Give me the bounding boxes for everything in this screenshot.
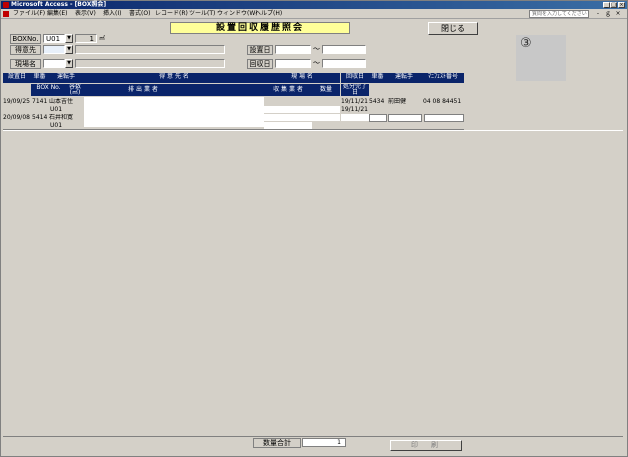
col-car-no: 車番 bbox=[31, 73, 48, 83]
col-quantity: 数量 bbox=[312, 84, 340, 96]
record-1-extra-field-3[interactable] bbox=[424, 114, 464, 122]
col-emitter: 排 出 業 者 bbox=[84, 84, 202, 96]
menu-format[interactable]: 書式(O) bbox=[129, 10, 150, 18]
record-1-extra-field[interactable] bbox=[369, 114, 387, 122]
record-1-collect-date[interactable]: 19/11/21 bbox=[341, 98, 369, 105]
form-title: 設置回収履歴照会 bbox=[170, 22, 350, 34]
record-1-collect-car[interactable]: 5434 bbox=[369, 98, 386, 105]
maximize-button[interactable]: □ bbox=[610, 2, 617, 8]
record-1-dispose-date[interactable]: 19/11/21 bbox=[341, 106, 369, 113]
col-driver: 運転手 bbox=[48, 73, 84, 83]
client-label: 得意先 bbox=[10, 45, 41, 55]
install-date-from-input[interactable] bbox=[275, 45, 311, 54]
record-1-collector-field bbox=[264, 114, 340, 121]
record-1-driver[interactable]: 山本吉住 bbox=[49, 98, 81, 105]
total-quantity-label: 数量合計 bbox=[253, 438, 301, 448]
menu-bar: ファイル(F) 編集(E) 表示(V) 挿入(I) 書式(O) レコード(R) … bbox=[1, 9, 627, 19]
circled-number-three: ③ bbox=[520, 36, 532, 51]
record-2-car-no[interactable]: 5414 bbox=[32, 114, 48, 121]
detail-bottom-line bbox=[3, 436, 623, 437]
grid-separator-light bbox=[3, 130, 623, 131]
access-app-icon bbox=[3, 2, 9, 8]
record-2-collector-field bbox=[264, 122, 312, 129]
col-manifest-no: ﾏﾆﾌｪｽﾄ番号 bbox=[422, 73, 464, 83]
site-name-field bbox=[75, 59, 225, 68]
client-dropdown-icon[interactable]: ▼ bbox=[65, 45, 73, 54]
box-no-dropdown-icon[interactable]: ▼ bbox=[65, 34, 73, 43]
title-bar: Microsoft Access - [BOX照会] _ □ × bbox=[1, 1, 627, 9]
col-site-name: 現 場 名 bbox=[264, 73, 340, 83]
record-1-blank-field bbox=[341, 114, 369, 121]
col-collector: 収 集 業 者 bbox=[264, 84, 312, 96]
record-1-collect-driver[interactable]: 前田健 bbox=[388, 98, 420, 105]
col-box-no: BOX No. bbox=[31, 84, 66, 96]
box-no-label: BOXNo. bbox=[10, 34, 41, 44]
client-name-field bbox=[75, 45, 225, 54]
site-dropdown-icon[interactable]: ▼ bbox=[65, 59, 73, 68]
collect-date-to-input[interactable] bbox=[322, 59, 366, 68]
col-collect-car: 車番 bbox=[369, 73, 386, 83]
col-dispose-date: 処分完了日 bbox=[341, 84, 369, 96]
col-collect-date: 回収日 bbox=[341, 73, 369, 83]
record-1-manifest-no[interactable]: 04 08 84451 bbox=[423, 98, 464, 105]
site-combo[interactable] bbox=[43, 59, 65, 68]
install-range-separator: ～ bbox=[313, 46, 320, 53]
record-1-box-no[interactable]: U01 bbox=[50, 106, 66, 113]
install-date-to-input[interactable] bbox=[322, 45, 366, 54]
record-2-box-no[interactable]: U01 bbox=[50, 122, 66, 129]
mdi-minimize-button[interactable]: - bbox=[595, 10, 601, 17]
close-form-button[interactable]: 閉じる bbox=[428, 22, 478, 35]
menu-file[interactable]: ファイル(F) bbox=[13, 10, 45, 18]
menu-edit[interactable]: 編集(E) bbox=[47, 10, 67, 18]
print-button[interactable]: 印 刷 bbox=[390, 440, 462, 451]
collect-range-separator: ～ bbox=[313, 60, 320, 67]
site-label: 現場名 bbox=[10, 59, 41, 69]
box-unit-label: ㎥ bbox=[99, 35, 106, 42]
box-no-combo[interactable]: U01 bbox=[43, 34, 65, 43]
total-quantity-value: 1 bbox=[302, 438, 346, 447]
menu-view[interactable]: 表示(V) bbox=[75, 10, 96, 18]
record-1-extra-field-2[interactable] bbox=[388, 114, 422, 122]
record-1-site-field bbox=[264, 106, 340, 113]
minimize-button[interactable]: _ bbox=[603, 2, 610, 8]
menu-insert[interactable]: 挿入(I) bbox=[103, 10, 121, 18]
menu-help[interactable]: ヘルプ(H) bbox=[255, 10, 282, 18]
help-question-input[interactable]: 質問を入力してください bbox=[529, 10, 589, 18]
window-title: Microsoft Access - [BOX照会] bbox=[11, 1, 107, 8]
record-2-driver[interactable]: 石井和寛 bbox=[49, 114, 81, 121]
client-combo[interactable] bbox=[43, 45, 65, 54]
menu-records[interactable]: レコード(R) bbox=[155, 10, 188, 18]
record-1-client-area bbox=[84, 97, 264, 127]
col-collect-driver: 運転手 bbox=[386, 73, 422, 83]
menu-tools[interactable]: ツール(T) bbox=[189, 10, 215, 18]
form-icon bbox=[3, 11, 9, 17]
menu-window[interactable]: ウィンドウ(W) bbox=[217, 10, 258, 18]
collect-date-from-input[interactable] bbox=[275, 59, 311, 68]
mdi-restore-button[interactable]: ｇ bbox=[605, 10, 611, 17]
box-size-field: 1 bbox=[75, 34, 97, 43]
col-capacity: 容数(㎥) bbox=[66, 84, 84, 96]
collect-date-label: 回収日 bbox=[247, 59, 273, 69]
record-2-install-date[interactable]: 20/09/08 bbox=[3, 114, 31, 121]
col-install-date: 設置日 bbox=[3, 73, 31, 83]
install-date-label: 設置日 bbox=[247, 45, 273, 55]
col-client-name: 得 意 先 名 bbox=[84, 73, 264, 83]
record-1-install-date[interactable]: 19/09/25 bbox=[3, 98, 31, 105]
close-window-button[interactable]: × bbox=[618, 2, 625, 8]
record-1-car-no[interactable]: 7141 bbox=[32, 98, 48, 105]
mdi-close-button[interactable]: × bbox=[615, 10, 621, 17]
header-filler bbox=[202, 84, 264, 96]
